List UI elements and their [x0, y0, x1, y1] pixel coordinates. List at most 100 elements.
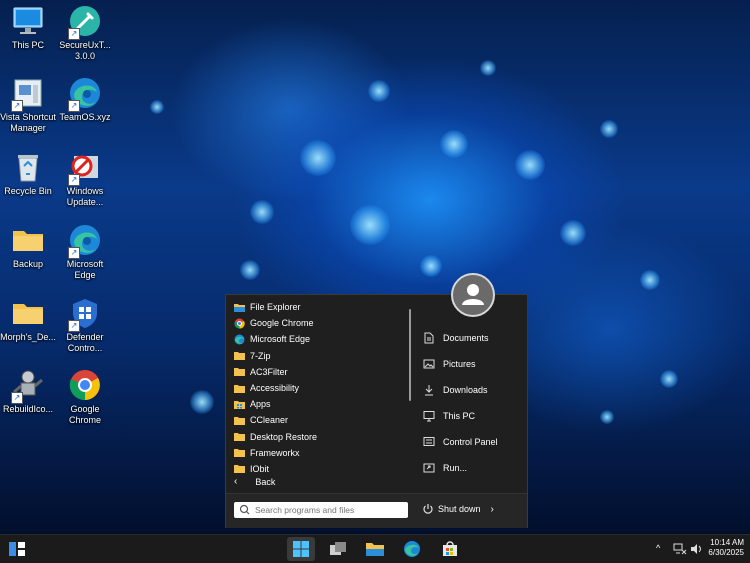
- widgets-button[interactable]: [3, 537, 31, 561]
- start-right-pane: Documents Pictures Downloads This PC Con…: [413, 325, 523, 481]
- right-item-downloads[interactable]: Downloads: [413, 377, 523, 403]
- program-label: IObit: [250, 463, 270, 474]
- program-label: Accessibility: [250, 383, 300, 394]
- desktop-icon-label: RebuildIco...: [2, 404, 54, 414]
- program-file-explorer[interactable]: File Explorer: [230, 299, 406, 315]
- task-view-icon: [330, 542, 346, 555]
- bokeh-light: [240, 260, 260, 280]
- program-folder-frameworkx[interactable]: Frameworkx: [230, 445, 406, 461]
- download-icon: [425, 385, 433, 396]
- program-label: Frameworkx: [250, 447, 300, 458]
- edge-taskbar-button[interactable]: [398, 537, 426, 561]
- folder-icon: [11, 223, 45, 257]
- windows-logo-icon: [293, 541, 309, 557]
- clock-time: 10:14 AM: [710, 538, 744, 547]
- program-folder-ccleaner[interactable]: CCleaner: [230, 412, 406, 428]
- shutdown-button[interactable]: Shut down ›: [422, 503, 494, 515]
- system-clock[interactable]: 10:14 AM 6/30/2025: [708, 538, 744, 558]
- chevron-left-icon: ‹: [234, 476, 238, 487]
- program-label: Apps: [250, 399, 271, 410]
- program-label: Desktop Restore: [250, 431, 318, 442]
- task-view-button[interactable]: [324, 537, 352, 561]
- right-item-label: Documents: [443, 333, 489, 343]
- folder-icon: [234, 416, 245, 425]
- program-google-chrome[interactable]: Google Chrome: [230, 315, 406, 331]
- back-button[interactable]: ‹ Back: [234, 476, 275, 487]
- desktop-icon-label: Vista Shortcut Manager: [0, 112, 56, 133]
- bokeh-light: [368, 80, 390, 102]
- shortcut-arrow-icon: ↗: [68, 320, 80, 332]
- bokeh-light: [190, 390, 214, 414]
- shortcut-arrow-icon: ↗: [68, 247, 80, 259]
- program-folder-7zip[interactable]: 7-Zip: [230, 348, 406, 364]
- taskbar: ^ 10:14 AM 6/30/2025: [0, 534, 750, 563]
- right-item-run[interactable]: Run...: [413, 455, 523, 481]
- file-explorer-taskbar-button[interactable]: [361, 537, 389, 561]
- bokeh-light: [660, 370, 678, 388]
- desktop-icon-label: TeamOS.xyz: [59, 112, 111, 122]
- start-button[interactable]: [287, 537, 315, 561]
- volume-icon[interactable]: [690, 543, 702, 555]
- program-list-scrollbar[interactable]: [409, 309, 411, 401]
- program-apps[interactable]: Apps: [230, 396, 406, 412]
- edge-icon: ↗: [68, 223, 102, 259]
- desktop-icon-label: Microsoft Edge: [66, 259, 104, 280]
- shortcut-arrow-icon: ↗: [11, 392, 23, 404]
- edge-icon: ↗: [68, 76, 102, 112]
- apps-icon: [234, 400, 245, 409]
- store-taskbar-button[interactable]: [436, 537, 464, 561]
- power-icon: [423, 504, 433, 514]
- program-folder-accessibility[interactable]: Accessibility: [230, 380, 406, 396]
- right-item-control-panel[interactable]: Control Panel: [413, 429, 523, 455]
- program-folder-desktop-restore[interactable]: Desktop Restore: [230, 429, 406, 445]
- desktop-icon-label: Morph's_De...: [0, 332, 56, 342]
- program-label: File Explorer: [250, 302, 301, 313]
- desktop-icon-label: Recycle Bin: [4, 186, 52, 196]
- bokeh-light: [150, 100, 164, 114]
- search-box[interactable]: [234, 502, 408, 518]
- desktop-icon-rebuildicon[interactable]: ↗ RebuildIco...: [0, 368, 60, 415]
- desktop-icon-defender-control[interactable]: ↗ Defender Contro...: [53, 296, 117, 354]
- desktop-icon-recycle-bin[interactable]: Recycle Bin: [0, 150, 60, 197]
- folder-icon: [234, 433, 245, 442]
- desktop-icon-backup[interactable]: Backup: [0, 223, 60, 270]
- user-avatar[interactable]: [451, 273, 495, 317]
- desktop-icon-vista-shortcut-manager[interactable]: ↗ Vista Shortcut Manager: [0, 76, 60, 134]
- desktop-icon-label: This PC: [11, 40, 44, 50]
- start-menu: File Explorer Google Chrome Microsoft Ed…: [225, 273, 528, 528]
- network-icon[interactable]: [673, 543, 687, 555]
- shortcut-arrow-icon: ↗: [68, 174, 80, 186]
- back-label: Back: [255, 476, 276, 487]
- defender-shield-icon: ↗: [68, 296, 102, 332]
- program-folder-iobit[interactable]: IObit: [230, 461, 406, 477]
- program-label: AC3Filter: [250, 366, 288, 377]
- file-explorer-icon: [234, 303, 245, 312]
- chevron-right-icon[interactable]: ›: [491, 504, 494, 515]
- desktop-icon-google-chrome[interactable]: Google Chrome: [53, 368, 117, 426]
- shortcut-arrow-icon: ↗: [68, 100, 80, 112]
- search-input[interactable]: [252, 505, 395, 515]
- bokeh-light: [560, 220, 586, 246]
- bokeh-light: [300, 140, 336, 176]
- picture-icon: [423, 359, 435, 369]
- desktop-icon-morphs-folder[interactable]: Morph's_De...: [0, 296, 60, 343]
- desktop-icon-windows-update-blocker[interactable]: ↗ Windows Update...: [53, 150, 117, 208]
- chevron-up-icon[interactable]: ^: [656, 543, 660, 553]
- desktop-icon-this-pc[interactable]: This PC: [0, 4, 60, 51]
- desktop-icon-microsoft-edge[interactable]: ↗ Microsoft Edge: [53, 223, 117, 281]
- program-microsoft-edge[interactable]: Microsoft Edge: [230, 331, 406, 347]
- program-folder-ac3filter[interactable]: AC3Filter: [230, 364, 406, 380]
- right-item-this-pc[interactable]: This PC: [413, 403, 523, 429]
- desktop-icon-label: Defender Contro...: [66, 332, 104, 353]
- bokeh-light: [600, 410, 614, 424]
- folder-icon: [234, 352, 245, 361]
- desktop-icon-secureuxtheme[interactable]: ↗ SecureUxT... 3.0.0: [53, 4, 117, 62]
- program-label: 7-Zip: [250, 350, 271, 361]
- right-item-documents[interactable]: Documents: [413, 325, 523, 351]
- right-item-pictures[interactable]: Pictures: [413, 351, 523, 377]
- folder-icon: [234, 465, 245, 474]
- program-label: CCleaner: [250, 415, 289, 426]
- desktop-icon-teamos[interactable]: ↗ TeamOS.xyz: [53, 76, 117, 123]
- shortcut-arrow-icon: ↗: [11, 100, 23, 112]
- store-icon: [443, 541, 457, 556]
